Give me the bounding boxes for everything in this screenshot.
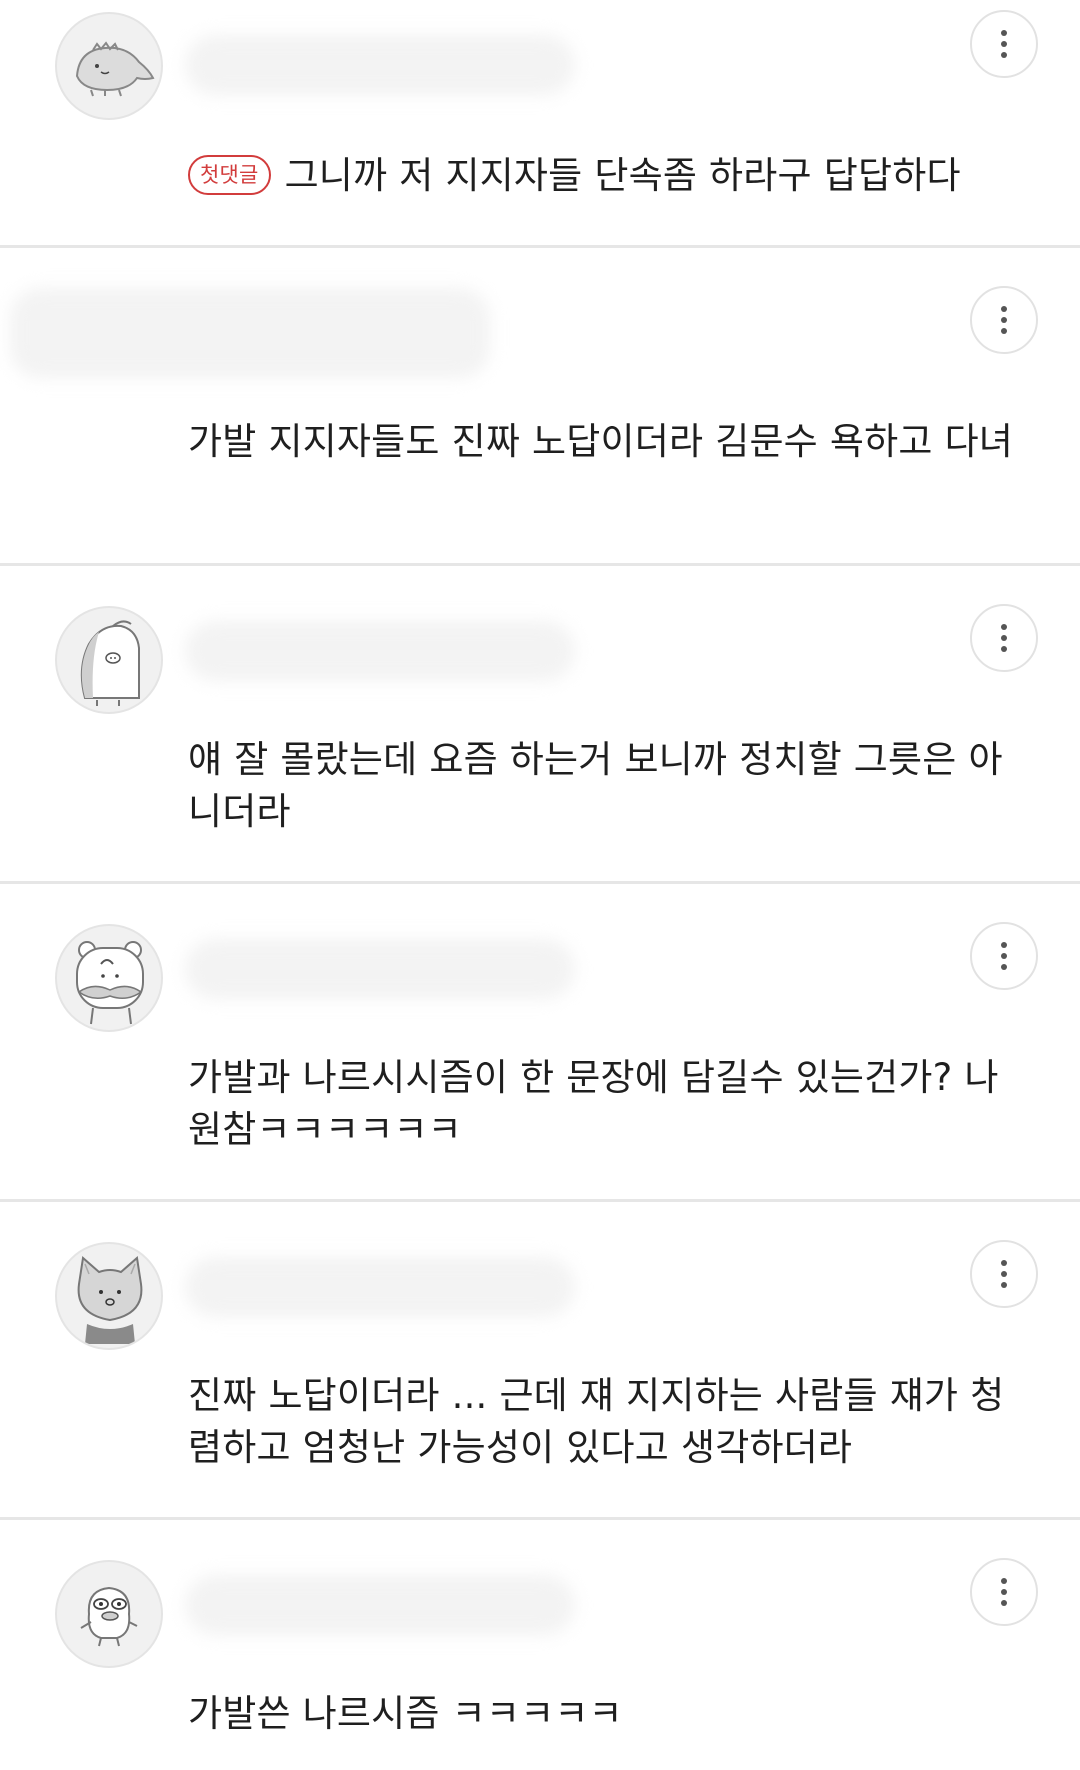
comment-text: 얘 잘 몰랐는데 요즘 하는거 보니까 정치할 그릇은 아니더라: [188, 738, 1003, 833]
comment-item: 가발과 나르시시즘이 한 문장에 담길수 있는건가? 나원참ㅋㅋㅋㅋㅋㅋ: [0, 884, 1080, 1202]
more-vertical-icon-dot: [1001, 1589, 1007, 1595]
more-vertical-icon: [1001, 306, 1007, 312]
more-options-button[interactable]: [970, 286, 1038, 354]
more-vertical-icon-dot: [1001, 317, 1007, 323]
more-vertical-icon: [1001, 1578, 1007, 1584]
comment-item: 첫댓글 그니까 저 지지자들 단속좀 하라구 답답하다: [0, 0, 1080, 248]
comment-text: 가발과 나르시시즘이 한 문장에 담길수 있는건가? 나원참ㅋㅋㅋㅋㅋㅋ: [188, 1056, 999, 1151]
comment-item: 진짜 노답이더라 ... 근데 쟤 지지하는 사람들 쟤가 청렴하고 엄청난 가…: [0, 1202, 1080, 1520]
author-profile-redacted: [10, 288, 490, 378]
more-options-button[interactable]: [970, 1240, 1038, 1308]
comment-text: 가발 지지자들도 진짜 노답이더라 김문수 욕하고 다녀: [188, 420, 1014, 463]
author-name-redacted: [185, 35, 575, 95]
more-options-button[interactable]: [970, 10, 1038, 78]
more-vertical-icon-dot: [1001, 964, 1007, 970]
cat-avatar-icon[interactable]: [55, 1242, 163, 1350]
more-options-button[interactable]: [970, 922, 1038, 990]
more-vertical-icon-dot: [1001, 635, 1007, 641]
dinosaur-avatar-icon[interactable]: [55, 12, 163, 120]
author-name-redacted: [185, 1257, 575, 1317]
more-vertical-icon-dot: [1001, 1271, 1007, 1277]
more-vertical-icon: [1001, 624, 1007, 630]
author-name-redacted: [185, 939, 575, 999]
comment-text: 진짜 노답이더라 ... 근데 쟤 지지하는 사람들 쟤가 청렴하고 엄청난 가…: [188, 1374, 1005, 1469]
more-vertical-icon-dot: [1001, 1282, 1007, 1288]
comment-text-row: 첫댓글 그니까 저 지지자들 단속좀 하라구 답답하다: [188, 150, 1020, 202]
more-vertical-icon-dot: [1001, 41, 1007, 47]
more-vertical-icon-dot: [1001, 328, 1007, 334]
comment-item: 가발쓴 나르시즘 ㅋㅋㅋㅋㅋ: [0, 1520, 1080, 1770]
more-vertical-icon-dot: [1001, 1600, 1007, 1606]
more-vertical-icon-dot: [1001, 953, 1007, 959]
more-options-button[interactable]: [970, 604, 1038, 672]
more-vertical-icon: [1001, 1260, 1007, 1266]
mustache-bear-avatar-icon[interactable]: [55, 924, 163, 1032]
more-vertical-icon-dot: [1001, 52, 1007, 58]
penguin-avatar-icon[interactable]: [55, 606, 163, 714]
more-options-button[interactable]: [970, 1558, 1038, 1626]
more-vertical-icon: [1001, 30, 1007, 36]
more-vertical-icon: [1001, 942, 1007, 948]
author-name-redacted: [185, 1575, 575, 1635]
author-name-redacted: [185, 621, 575, 681]
first-comment-badge: 첫댓글: [188, 155, 271, 195]
comment-text: 가발쓴 나르시즘 ㅋㅋㅋㅋㅋ: [188, 1692, 623, 1735]
duck-avatar-icon[interactable]: [55, 1560, 163, 1668]
more-vertical-icon-dot: [1001, 646, 1007, 652]
comment-item: 가발 지지자들도 진짜 노답이더라 김문수 욕하고 다녀: [0, 248, 1080, 566]
comment-text: 그니까 저 지지자들 단속좀 하라구 답답하다: [284, 154, 961, 197]
comment-item: 얘 잘 몰랐는데 요즘 하는거 보니까 정치할 그릇은 아니더라: [0, 566, 1080, 884]
